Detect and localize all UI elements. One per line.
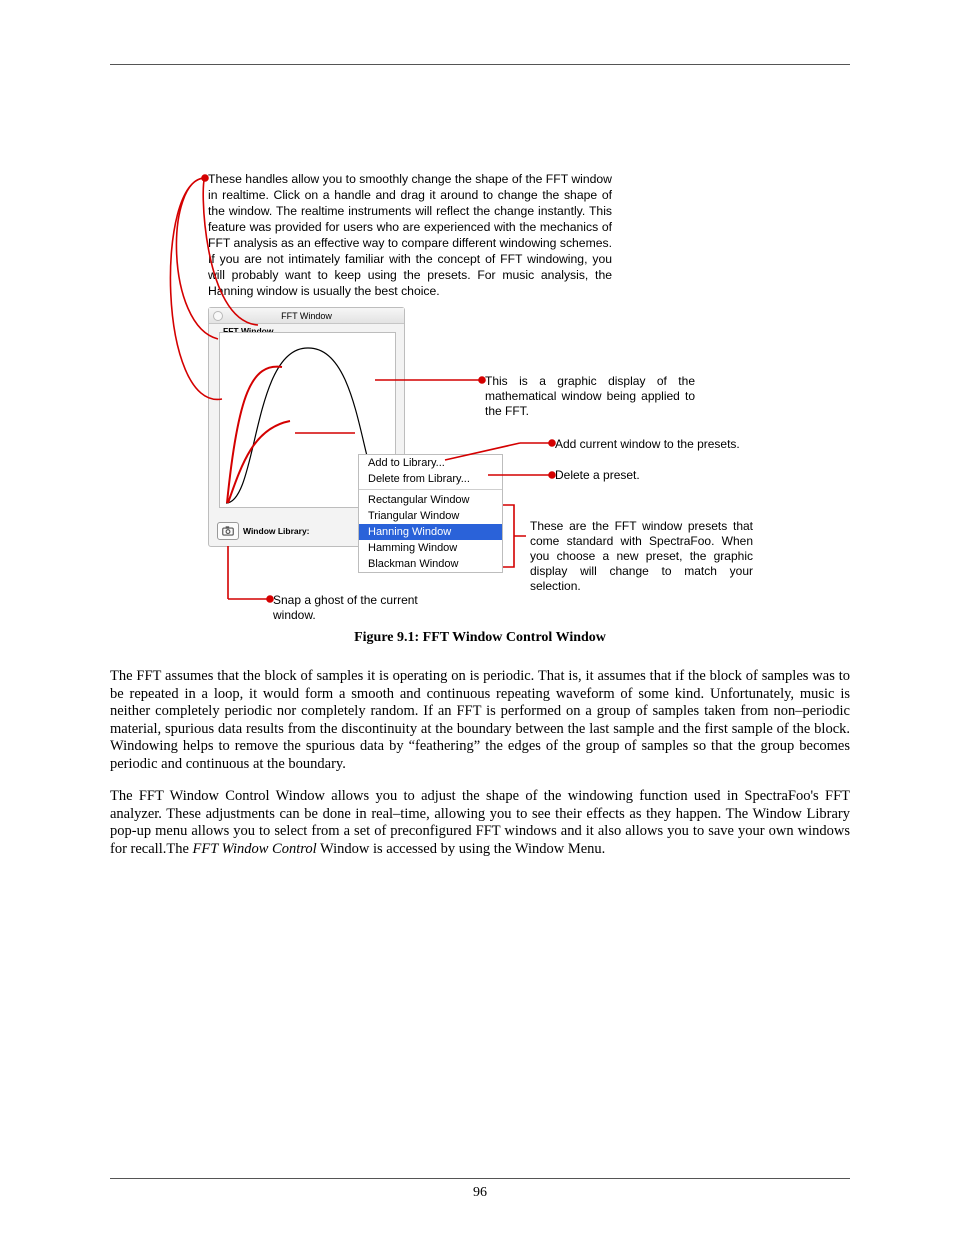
body-paragraph-1: The FFT assumes that the block of sample… [110, 668, 850, 773]
camera-icon[interactable] [217, 522, 239, 540]
window-library-label: Window Library: [243, 526, 310, 536]
callout-delete-preset: Delete a preset. [555, 468, 755, 483]
body-paragraph-2: The FFT Window Control Window allows you… [110, 788, 850, 858]
figure-top-note: These handles allow you to smoothly chan… [208, 171, 612, 299]
callout-presets: These are the FFT window presets that co… [530, 519, 753, 594]
callout-snap-ghost: Snap a ghost of the current window. [273, 593, 448, 623]
body-text: The FFT assumes that the block of sample… [110, 668, 850, 858]
fft-window-titlebar[interactable]: FFT Window [209, 308, 404, 324]
figure-caption: Figure 9.1: FFT Window Control Window [110, 630, 850, 646]
menu-hamming-window[interactable]: Hamming Window [359, 540, 502, 556]
window-library-menu[interactable]: Add to Library... Delete from Library...… [358, 454, 503, 573]
window-library-row: Window Library: [217, 522, 310, 540]
page-number: 96 [110, 1185, 850, 1201]
callout-add-preset: Add current window to the presets. [555, 437, 785, 452]
menu-triangular-window[interactable]: Triangular Window [359, 508, 502, 524]
menu-rectangular-window[interactable]: Rectangular Window [359, 492, 502, 508]
callout-graphic-display: This is a graphic display of the mathema… [485, 374, 695, 419]
figure-9-1: These handles allow you to smoothly chan… [110, 171, 850, 646]
fft-window-title: FFT Window [281, 311, 332, 321]
fft-window-control-emphasis: FFT Window Control [193, 841, 317, 857]
body-paragraph-2b: Window is accessed by using the Window M… [317, 841, 606, 857]
menu-add-to-library[interactable]: Add to Library... [359, 455, 502, 471]
menu-delete-from-library[interactable]: Delete from Library... [359, 471, 502, 487]
menu-hanning-window[interactable]: Hanning Window [359, 524, 502, 540]
menu-blackman-window[interactable]: Blackman Window [359, 556, 502, 572]
menu-separator [359, 489, 502, 490]
close-icon[interactable] [213, 311, 223, 321]
page: These handles allow you to smoothly chan… [110, 64, 850, 1179]
